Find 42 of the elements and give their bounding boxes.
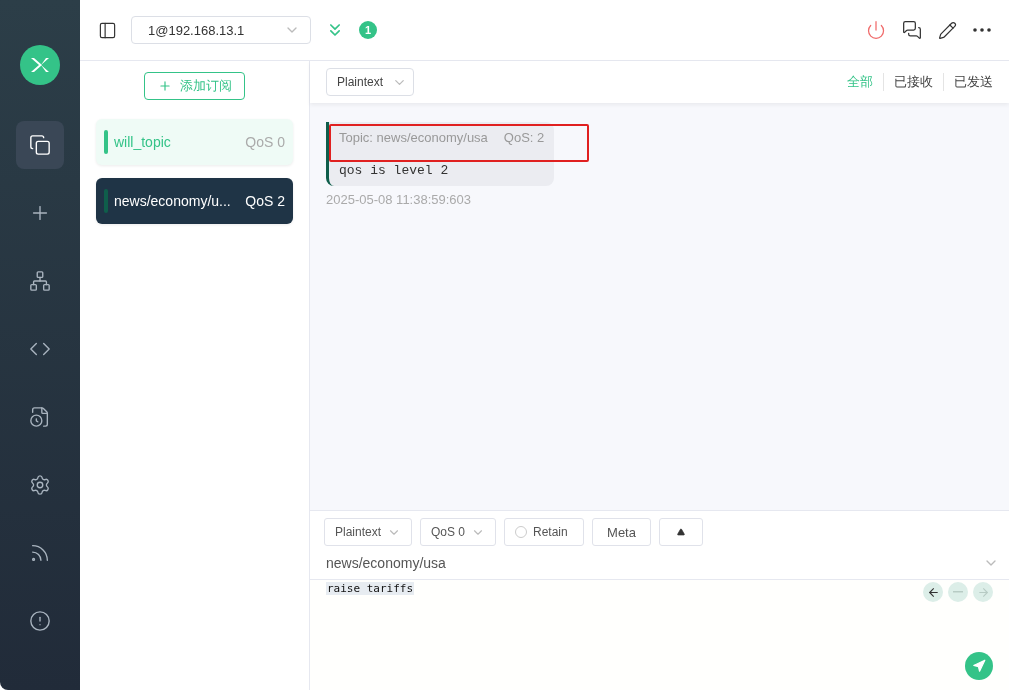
arrow-left-icon	[926, 585, 940, 599]
log-icon	[29, 406, 51, 428]
filter-tab[interactable]: 已接收	[883, 73, 943, 91]
previous-button[interactable]	[923, 582, 943, 602]
triangle-up-icon	[677, 528, 685, 536]
expand-button[interactable]	[659, 518, 703, 546]
nav-button[interactable]	[16, 121, 64, 169]
settings-icon	[29, 474, 51, 496]
message-topic: Topic: news/economy/usa	[339, 130, 488, 145]
filter-tab[interactable]: 已发送	[943, 73, 993, 91]
subscription-topic: will_topic	[114, 134, 172, 150]
message-time: 2025-05-08 11:38:59:603	[326, 192, 473, 207]
format-select[interactable]: Plaintext	[324, 518, 412, 546]
send-icon	[972, 659, 986, 673]
arrow-right-icon	[976, 585, 990, 599]
subscription-qos: QoS 2	[245, 193, 285, 209]
qos-select[interactable]: QoS 0	[420, 518, 496, 546]
more-icon	[973, 28, 991, 32]
payload-text[interactable]: raise tariffs	[326, 582, 415, 595]
message-payload: qos is level 2	[339, 163, 450, 178]
meta-button[interactable]: Meta	[592, 518, 651, 546]
logo-icon	[20, 45, 60, 85]
power-icon	[866, 20, 886, 40]
subscription-item[interactable]: news/economy/u... QoS 2	[96, 178, 293, 224]
chat-icon	[902, 20, 922, 40]
connections-icon	[29, 134, 51, 156]
format-select[interactable]: Plaintext	[326, 68, 414, 96]
feed-icon	[29, 542, 51, 564]
sidebar-icon	[98, 20, 117, 40]
hierarchy-icon	[29, 270, 51, 292]
connection-select[interactable]: 1@192.168.13.1	[131, 16, 311, 44]
minus-icon	[953, 591, 963, 593]
message-qos: QoS: 2	[503, 130, 545, 145]
retain-toggle[interactable]: Retain	[504, 518, 584, 546]
subscription-topic: news/economy/u...	[114, 193, 232, 209]
messages-button[interactable]	[900, 18, 924, 42]
subscription-qos: QoS 0	[245, 134, 285, 150]
pencil-icon	[938, 20, 957, 40]
plus-icon	[157, 79, 172, 93]
info-icon	[29, 610, 51, 632]
count-badge: 1	[359, 21, 377, 39]
more-button[interactable]	[971, 26, 993, 34]
